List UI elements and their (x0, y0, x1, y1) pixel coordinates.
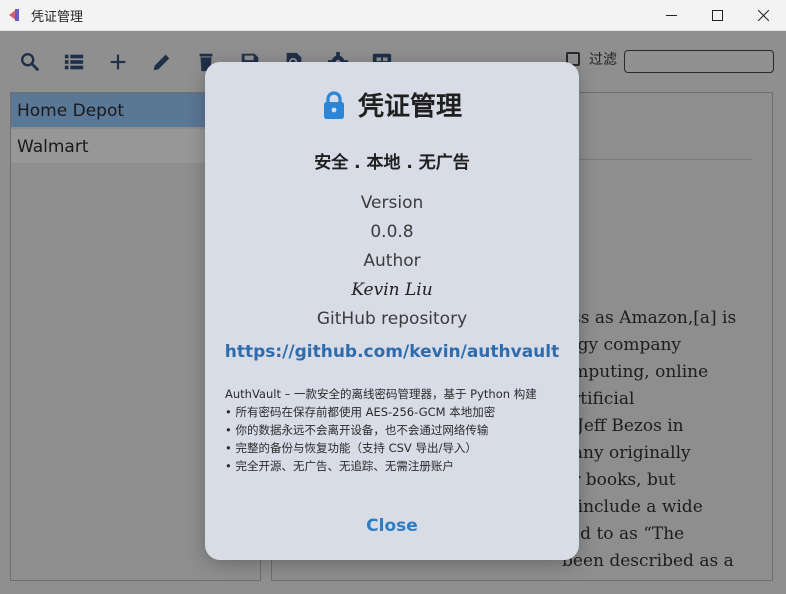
list-button[interactable] (62, 50, 86, 74)
window-titlebar: 凭证管理 (0, 0, 786, 31)
close-icon (757, 10, 769, 21)
filter-input[interactable] (624, 50, 774, 73)
app-logo-icon (9, 8, 23, 22)
minimize-button[interactable] (648, 0, 694, 31)
close-button[interactable]: Close (352, 511, 432, 541)
detail-notes: ess as Amazon,[a] is logy company omputi… (562, 305, 786, 575)
detail-line: ess as Amazon,[a] is (562, 308, 737, 328)
detail-line: artificial (562, 389, 635, 409)
detail-line: logy company (562, 335, 682, 355)
repo-link[interactable]: https://github.com/kevin/authvault (205, 342, 579, 362)
edit-icon (153, 54, 170, 71)
detail-line: o include a wide (562, 497, 703, 517)
author-label: Author (363, 251, 421, 271)
detail-line: y Jeff Bezos in (562, 416, 684, 436)
about-dialog: 凭证管理 安全 . 本地 . 无广告 Version 0.0.8 Author … (205, 62, 579, 560)
dialog-tagline: 安全 . 本地 . 无广告 (314, 153, 470, 173)
lock-icon (323, 90, 344, 119)
description-line: • 你的数据永远不会离开设备，也不会通过网络传输 (225, 423, 489, 437)
description-line: • 完全开源、无广告、无追踪、无需注册账户 (225, 459, 454, 473)
search-button[interactable] (18, 50, 42, 74)
minimize-icon (665, 15, 677, 16)
list-icon (64, 54, 84, 70)
edit-button[interactable] (150, 50, 174, 74)
maximize-button[interactable] (694, 0, 740, 31)
description-line: AuthVault – 一款安全的离线密码管理器，基于 Python 构建 (225, 387, 537, 401)
detail-line: red to as “The (562, 524, 685, 544)
detail-line: or books, but (562, 470, 676, 490)
detail-line: pany originally (562, 443, 691, 463)
maximize-icon (711, 10, 723, 21)
detail-line: omputing, online (562, 362, 709, 382)
add-icon (110, 54, 126, 70)
author-value: Kevin Liu (351, 280, 433, 300)
version-label: Version (360, 193, 424, 213)
dialog-description: AuthVault – 一款安全的离线密码管理器，基于 Python 构建 • … (225, 385, 570, 475)
window-title: 凭证管理 (31, 9, 84, 25)
repo-label: GitHub repository (316, 309, 468, 329)
version-value: 0.0.8 (370, 222, 414, 242)
add-button[interactable] (106, 50, 130, 74)
description-line: • 所有密码在保存前都使用 AES-256-GCM 本地加密 (225, 405, 496, 419)
dialog-title: 凭证管理 (357, 92, 462, 122)
search-icon (21, 53, 40, 72)
dialog-header: 凭证管理 (205, 86, 579, 123)
description-line: • 完整的备份与恢复功能（支持 CSV 导出/导入） (225, 441, 477, 455)
close-window-button[interactable] (740, 0, 786, 31)
filter-label: 过滤 (589, 52, 617, 68)
detail-line: been described as a (562, 551, 734, 571)
